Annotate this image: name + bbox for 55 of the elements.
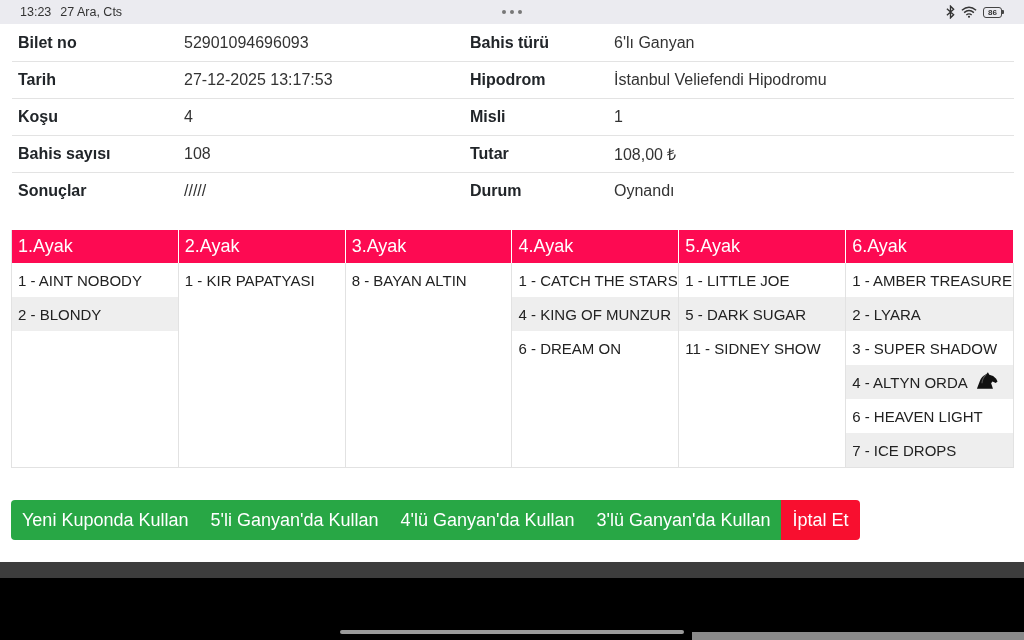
detail-value: İstanbul Veliefendi Hipodromu [614, 71, 828, 89]
clock-time: 13:23 [20, 5, 52, 19]
horse-name: 2 - BLONDY [18, 305, 102, 323]
horse-row[interactable]: 5 - DARK SUGAR [679, 297, 846, 331]
leg-header: 3.Ayak [345, 230, 513, 263]
detail-value: 52901094696093 [184, 34, 310, 52]
horse-name: 1 - AINT NOBODY [18, 271, 142, 289]
detail-label: Bilet no [17, 34, 78, 52]
leg-header: 6.Ayak [846, 230, 1014, 263]
detail-label: Bahis türü [469, 34, 551, 52]
detail-value: Oynandı [614, 182, 676, 200]
detail-value: 6'lı Ganyan [614, 34, 696, 52]
horse-name: 4 - KING OF MUNZUR [518, 305, 671, 323]
horse-name: 2 - LYARA [852, 305, 921, 323]
horse-row[interactable]: 7 - ICE DROPS [846, 433, 1013, 467]
detail-label: Tutar [469, 145, 510, 163]
horse-name: 6 - DREAM ON [518, 339, 621, 357]
horse-name: 7 - ICE DROPS [852, 441, 957, 459]
horse-row[interactable]: 2 - BLONDY [12, 297, 178, 331]
horse-name: 1 - LITTLE JOE [685, 271, 790, 289]
detail-value: 108,00 ₺ [614, 145, 678, 165]
horse-name: 5 - DARK SUGAR [685, 305, 807, 323]
detail-value: 1 [614, 108, 624, 126]
detail-value: ///// [184, 182, 208, 200]
horse-name: 1 - KIR PAPATYASI [184, 271, 315, 289]
cancel-button[interactable]: İptal Et [781, 500, 860, 540]
more-dots-icon[interactable] [502, 10, 522, 14]
detail-label: Tarih [17, 71, 57, 89]
detail-label: Hipodrom [469, 71, 547, 89]
horse-name: 4 - ALTYN ORDA [852, 373, 968, 391]
horse-name: 1 - CATCH THE STARS [518, 271, 678, 289]
leg-header: 4.Ayak [512, 230, 680, 263]
horse-name: 8 - BAYAN ALTIN [351, 271, 467, 289]
status-date: 27 Ara, Cts [60, 5, 123, 19]
wifi-icon [961, 6, 978, 18]
horse-row[interactable]: 4 - ALTYN ORDA [846, 365, 1013, 399]
horse-name: 6 - HEAVEN LIGHT [852, 407, 983, 425]
detail-value: 27-12-2025 13:17:53 [184, 71, 334, 89]
leg-header: 5.Ayak [679, 230, 847, 263]
detail-label: Sonuçlar [17, 182, 88, 200]
bluetooth-icon [946, 5, 956, 19]
detail-label: Durum [469, 182, 523, 200]
leg-header: 2.Ayak [178, 230, 346, 263]
detail-value: 4 [184, 108, 194, 126]
detail-label: Bahis sayısı [17, 145, 112, 163]
horse-row[interactable]: 2 - LYARA [846, 297, 1013, 331]
horse-row[interactable]: 4 - KING OF MUNZUR [512, 297, 679, 331]
detail-label: Koşu [17, 108, 59, 126]
battery-indicator: 86 [983, 6, 1004, 18]
detail-value: 108 [184, 145, 212, 163]
horse-name: 1 - AMBER TREASURE [852, 271, 1012, 289]
leg-header: 1.Ayak [12, 230, 179, 263]
horse-name: 11 - SIDNEY SHOW [685, 339, 821, 357]
detail-label: Misli [469, 108, 507, 126]
horse-name: 3 - SUPER SHADOW [852, 339, 998, 357]
